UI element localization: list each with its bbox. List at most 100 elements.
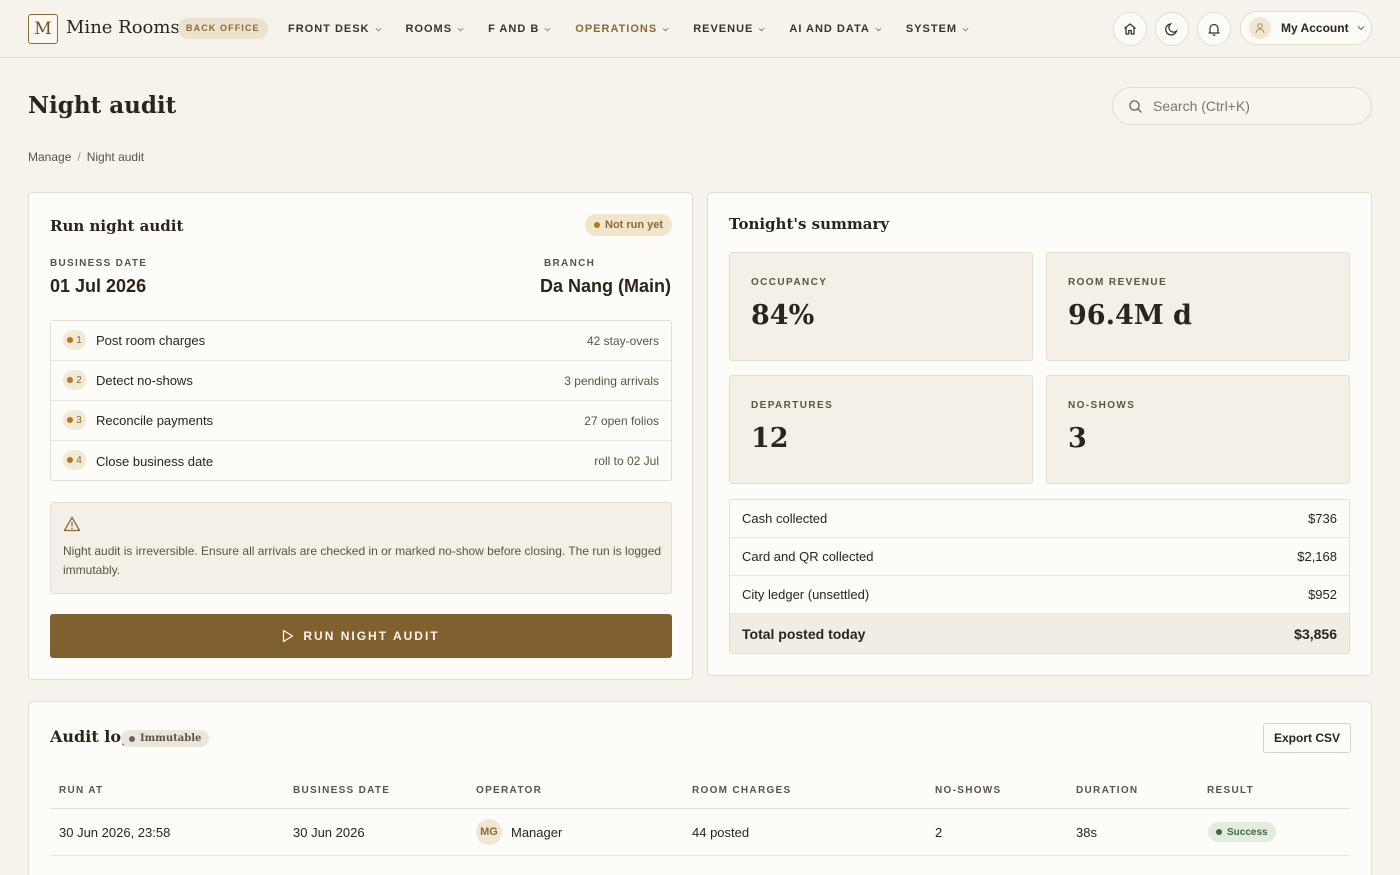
step-meta: roll to 02 Jul xyxy=(594,454,659,468)
column-header[interactable]: OPERATOR xyxy=(476,785,542,796)
chevron-down-icon xyxy=(375,27,381,31)
audit-log-table: RUN AT BUSINESS DATE OPERATOR ROOM CHARG… xyxy=(50,772,1350,856)
nav-item-f-and-b[interactable]: F AND B xyxy=(488,23,551,35)
chevron-down-icon xyxy=(1357,26,1364,31)
chevron-down-icon xyxy=(662,27,669,31)
stat-tile-occupancy: OCCUPANCY 84% xyxy=(729,252,1033,361)
audit-steps-list: 1 Post room charges 42 stay-overs 2 Dete… xyxy=(50,320,672,481)
cell-run-at: 30 Jun 2026, 23:58 xyxy=(59,825,171,840)
table-row-total: Total posted today $3,856 xyxy=(730,614,1349,653)
step-label: Detect no-shows xyxy=(96,373,193,388)
nav-item-label: F AND B xyxy=(488,23,540,35)
nav-item-ai-and-data[interactable]: AI AND DATA xyxy=(789,23,882,35)
export-csv-button[interactable]: Export CSV xyxy=(1263,723,1351,753)
total-value: $2,168 xyxy=(1297,549,1337,564)
column-header[interactable]: RUN AT xyxy=(59,785,103,796)
stat-value: 3 xyxy=(1068,423,1087,454)
step-number-badge: 2 xyxy=(63,370,86,390)
column-header[interactable]: RESULT xyxy=(1207,785,1254,796)
stat-label: DEPARTURES xyxy=(751,400,834,411)
warning-text: Night audit is irreversible. Ensure all … xyxy=(63,544,662,577)
run-night-audit-card: Run night audit Not run yet BUSINESS DAT… xyxy=(28,192,693,680)
account-menu-button[interactable]: My Account xyxy=(1240,11,1372,45)
run-night-audit-button[interactable]: RUN NIGHT AUDIT xyxy=(50,614,672,658)
step-number: 4 xyxy=(76,454,82,466)
chevron-down-icon xyxy=(758,27,765,31)
nav-item-label: AI AND DATA xyxy=(789,23,870,35)
badge-dot xyxy=(1216,829,1222,835)
chevron-down-icon xyxy=(962,27,969,31)
column-header[interactable]: ROOM CHARGES xyxy=(692,785,792,796)
top-navigation-bar: M Mine Rooms BACK OFFICE FRONT DESK ROOM… xyxy=(0,0,1400,58)
nav-item-rooms[interactable]: ROOMS xyxy=(406,23,465,35)
brand-name[interactable]: Mine Rooms xyxy=(66,17,180,38)
table-row: City ledger (unsettled) $952 xyxy=(730,576,1349,614)
stat-value: 12 xyxy=(751,423,789,454)
stat-tile-departures: DEPARTURES 12 xyxy=(729,375,1033,484)
breadcrumb-item-manage[interactable]: Manage xyxy=(28,150,71,164)
tonights-summary-card: Tonight's summary OCCUPANCY 84% ROOM REV… xyxy=(707,192,1372,676)
nav-item-label: OPERATIONS xyxy=(575,23,658,35)
theme-toggle-button[interactable] xyxy=(1155,12,1189,46)
cell-room-charges: 44 posted xyxy=(692,825,750,840)
user-icon xyxy=(1255,23,1265,34)
audit-log-card: Audit log Immutable Export CSV RUN AT BU… xyxy=(28,701,1372,875)
account-label: My Account xyxy=(1281,21,1349,35)
step-dot xyxy=(67,337,74,343)
nav-item-system[interactable]: SYSTEM xyxy=(906,23,969,35)
search-input[interactable] xyxy=(1153,98,1353,114)
back-office-badge: BACK OFFICE xyxy=(178,18,268,39)
stat-tile-no-shows: NO-SHOWS 3 xyxy=(1046,375,1350,484)
nav-item-operations[interactable]: OPERATIONS xyxy=(575,23,669,35)
step-number: 3 xyxy=(76,414,82,426)
total-label: City ledger (unsettled) xyxy=(742,587,870,602)
avatar xyxy=(1249,17,1271,39)
business-date-label: BUSINESS DATE xyxy=(50,258,148,269)
page-title: Night audit xyxy=(28,92,177,119)
nav-item-front-desk[interactable]: FRONT DESK xyxy=(288,23,382,35)
stat-label: NO-SHOWS xyxy=(1068,400,1136,411)
result-label: Success xyxy=(1227,826,1268,838)
total-value: $952 xyxy=(1308,587,1337,602)
home-icon xyxy=(1124,23,1136,35)
badge-label: Immutable xyxy=(140,733,202,744)
play-icon xyxy=(283,629,294,643)
cell-no-shows: 2 xyxy=(935,825,943,840)
nav-item-label: FRONT DESK xyxy=(288,23,370,35)
branch-label: BRANCH xyxy=(544,258,596,269)
step-meta: 3 pending arrivals xyxy=(564,373,659,388)
table-row: Card and QR collected $2,168 xyxy=(730,538,1349,576)
chevron-down-icon xyxy=(875,27,882,31)
column-header[interactable]: DURATION xyxy=(1076,785,1138,796)
step-label: Close business date xyxy=(96,453,214,469)
list-item: 1 Post room charges 42 stay-overs xyxy=(51,321,671,361)
table-row[interactable]: 30 Jun 2026, 23:58 30 Jun 2026 MG Manage… xyxy=(50,809,1350,856)
immutable-badge: Immutable xyxy=(121,730,210,747)
nav-item-label: REVENUE xyxy=(693,23,754,35)
column-header[interactable]: NO-SHOWS xyxy=(935,785,1002,796)
nav-item-revenue[interactable]: REVENUE xyxy=(693,23,765,35)
avatar: MG xyxy=(476,819,502,845)
cell-operator: Manager xyxy=(511,825,563,840)
column-header[interactable]: BUSINESS DATE xyxy=(293,785,390,796)
badge-dot xyxy=(129,735,135,742)
step-number-badge: 3 xyxy=(63,410,86,430)
nav-item-label: SYSTEM xyxy=(905,23,958,35)
nav-item-label: ROOMS xyxy=(405,23,453,35)
chevron-down-icon xyxy=(457,27,464,31)
notifications-button[interactable] xyxy=(1197,12,1231,46)
step-label: Reconcile payments xyxy=(96,413,214,428)
branch-value: Da Nang (Main) xyxy=(539,276,671,296)
total-label: Total posted today xyxy=(742,625,866,642)
step-number: 2 xyxy=(76,374,82,386)
step-number: 1 xyxy=(76,334,82,346)
brand-logo[interactable]: M xyxy=(28,14,58,44)
search-box[interactable] xyxy=(1112,87,1372,125)
status-badge: Not run yet xyxy=(585,214,673,236)
step-number-badge: 4 xyxy=(63,450,86,470)
step-meta: 27 open folios xyxy=(584,413,659,428)
payment-totals-table: Cash collected $736 Card and QR collecte… xyxy=(729,499,1350,654)
step-meta: 42 stay-overs xyxy=(586,333,659,348)
home-button[interactable] xyxy=(1113,12,1147,46)
list-item: 2 Detect no-shows 3 pending arrivals xyxy=(51,361,671,401)
